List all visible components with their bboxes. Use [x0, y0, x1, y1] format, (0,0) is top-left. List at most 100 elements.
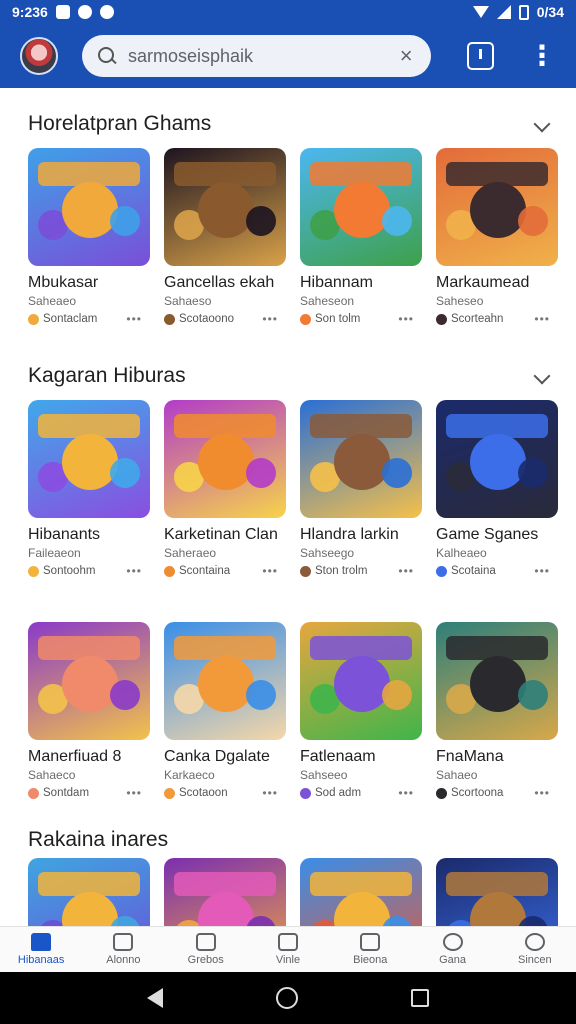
- thumbnail-character: [334, 892, 390, 926]
- nav-item[interactable]: Sincen: [494, 927, 576, 972]
- nav-item[interactable]: Gana: [411, 927, 493, 972]
- game-meta: Sontaclam •••: [28, 312, 150, 326]
- home-icon[interactable]: [275, 987, 298, 1009]
- game-thumbnail[interactable]: [436, 858, 558, 926]
- nav-item[interactable]: Vinle: [247, 927, 329, 972]
- search-icon: [96, 45, 118, 67]
- game-meta: Sod adm •••: [300, 786, 422, 800]
- rating-icon: [300, 787, 311, 799]
- game-card[interactable]: Fatlenaam Sahseeo Sod adm •••: [300, 622, 422, 800]
- content-area[interactable]: Horelatpran Ghams Mbukasar Saheaeo Sontacl…: [6, 90, 570, 926]
- more-vert-icon[interactable]: ⋮: [528, 42, 556, 70]
- more-options-icon[interactable]: •••: [262, 312, 278, 326]
- more-options-icon[interactable]: •••: [534, 786, 550, 800]
- more-options-icon[interactable]: •••: [262, 786, 278, 800]
- nav-item[interactable]: Grebos: [165, 927, 247, 972]
- more-options-icon[interactable]: •••: [534, 312, 550, 326]
- nav-icon: [360, 933, 381, 951]
- game-title: Mbukasar: [28, 274, 99, 291]
- game-card[interactable]: Game Sganes Kalheaeo Scotaina •••: [436, 400, 558, 578]
- chevron-down-icon[interactable]: [533, 115, 551, 133]
- thumbnail-character: [334, 182, 390, 238]
- thumbnail-character: [62, 182, 118, 238]
- recents-icon[interactable]: [411, 989, 430, 1007]
- search-bar[interactable]: ×: [82, 35, 432, 77]
- nav-item[interactable]: Hibanaas: [0, 927, 82, 972]
- battery-icon: [518, 4, 529, 20]
- clear-icon[interactable]: ×: [395, 45, 417, 67]
- more-options-icon[interactable]: •••: [398, 564, 414, 578]
- game-meta: Sontoohm •••: [28, 564, 150, 578]
- section-header[interactable]: Rakaina inares: [28, 828, 554, 852]
- game-card[interactable]: [300, 858, 422, 926]
- game-card[interactable]: [28, 858, 150, 926]
- thumbnail-character: [518, 458, 548, 488]
- game-card[interactable]: Hlandra larkin Sahseego Ston trolm •••: [300, 400, 422, 578]
- game-thumbnail[interactable]: [300, 858, 422, 926]
- rating-icon: [164, 313, 175, 325]
- game-thumbnail[interactable]: [300, 622, 422, 740]
- game-thumbnail[interactable]: [164, 400, 286, 518]
- more-options-icon[interactable]: •••: [126, 786, 142, 800]
- game-thumbnail[interactable]: [28, 622, 150, 740]
- more-options-icon[interactable]: •••: [398, 312, 414, 326]
- game-thumbnail[interactable]: [436, 622, 558, 740]
- game-card[interactable]: Canka Dgalate Karkaeco Scotaoon •••: [164, 622, 286, 800]
- chevron-down-icon[interactable]: [533, 367, 551, 385]
- game-thumbnail[interactable]: [164, 858, 286, 926]
- game-thumbnail[interactable]: [164, 622, 286, 740]
- back-icon[interactable]: [146, 988, 163, 1008]
- game-thumbnail[interactable]: [28, 858, 150, 926]
- game-card[interactable]: FnaMana Sahaeo Scortoona •••: [436, 622, 558, 800]
- game-thumbnail[interactable]: [28, 148, 150, 266]
- game-card[interactable]: Markaumead Saheseo Scorteahn •••: [436, 148, 558, 326]
- game-thumbnail[interactable]: [436, 148, 558, 266]
- nav-icon: [442, 933, 463, 951]
- thumbnail-character: [110, 680, 140, 710]
- thumbnail-character: [470, 892, 526, 926]
- nav-label: Hibanaas: [17, 954, 65, 966]
- game-card[interactable]: Hibannam Saheseon Son tolm •••: [300, 148, 422, 326]
- game-card[interactable]: Mbukasar Saheaeo Sontaclam •••: [28, 148, 150, 326]
- game-card[interactable]: [164, 858, 286, 926]
- game-thumbnail[interactable]: [436, 400, 558, 518]
- game-card[interactable]: [436, 858, 558, 926]
- more-options-icon[interactable]: •••: [534, 564, 550, 578]
- game-card[interactable]: Hibanants Faileaeon Sontoohm •••: [28, 400, 150, 578]
- game-meta-text: Scotaoon: [179, 787, 228, 799]
- thumbnail-character: [62, 656, 118, 712]
- game-meta: Scorteahn •••: [436, 312, 558, 326]
- library-icon[interactable]: [467, 42, 494, 70]
- game-title: Karketinan Clan: [164, 526, 278, 543]
- game-meta-text: Sontoohm: [43, 565, 96, 577]
- game-meta-text: Ston trolm: [315, 565, 368, 577]
- avatar[interactable]: [20, 37, 58, 75]
- game-meta: Sontdam •••: [28, 786, 150, 800]
- bottom-navigation: Hibanaas Alonno Grebos Vinle Bieona Gana Since…: [0, 926, 576, 972]
- nav-item[interactable]: Alonno: [82, 927, 164, 972]
- more-options-icon[interactable]: •••: [262, 564, 278, 578]
- game-card[interactable]: Gancellas ekah Sahaeso Scotaoono •••: [164, 148, 286, 326]
- game-thumbnail[interactable]: [164, 148, 286, 266]
- game-thumbnail[interactable]: [28, 400, 150, 518]
- game-subtitle: Sahseego: [300, 546, 355, 560]
- more-options-icon[interactable]: •••: [126, 312, 142, 326]
- game-card[interactable]: Manerfiuad 8 Sahaeco Sontdam •••: [28, 622, 150, 800]
- game-title: Fatlenaam: [300, 748, 376, 765]
- more-options-icon[interactable]: •••: [126, 564, 142, 578]
- rating-icon: [300, 565, 311, 577]
- more-options-icon[interactable]: •••: [398, 786, 414, 800]
- thumbnail-character: [246, 206, 276, 236]
- game-meta: Scortoona •••: [436, 786, 558, 800]
- section-header[interactable]: Horelatpran Ghams: [28, 112, 554, 136]
- game-meta-text: Sod adm: [315, 787, 362, 799]
- game-thumbnail[interactable]: [300, 148, 422, 266]
- game-card[interactable]: Karketinan Clan Saheraeo Scontaina •••: [164, 400, 286, 578]
- section-header[interactable]: Kagaran Hiburas: [28, 364, 554, 388]
- nav-item[interactable]: Bieona: [329, 927, 411, 972]
- wifi-icon: [472, 6, 489, 18]
- rating-icon: [300, 313, 311, 325]
- game-meta: Scotaoon •••: [164, 786, 286, 800]
- game-thumbnail[interactable]: [300, 400, 422, 518]
- search-input[interactable]: [128, 45, 396, 67]
